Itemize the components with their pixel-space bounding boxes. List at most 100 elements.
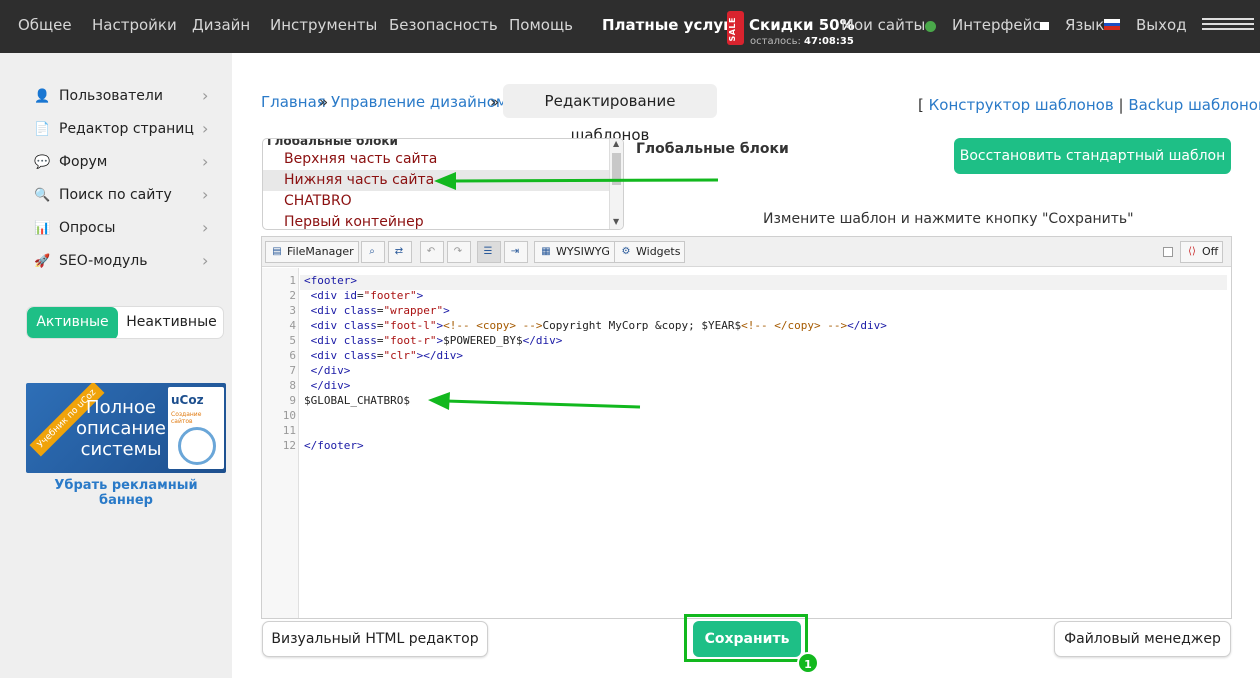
user-icon: 👤 <box>34 89 51 104</box>
file-manager-button[interactable]: Файловый менеджер <box>1054 621 1231 657</box>
undo-icon[interactable]: ↶ <box>420 241 444 263</box>
gear-icon: ⚙ <box>621 246 631 257</box>
chevron-right-icon: › <box>202 185 209 204</box>
nav-logout[interactable]: Выход <box>1136 16 1187 34</box>
sidebar-item-label: Пользователи <box>59 88 163 104</box>
template-constructor-link[interactable]: Конструктор шаблонов <box>929 96 1114 114</box>
list-item-selected[interactable]: Нижняя часть сайта <box>263 170 609 191</box>
global-blocks-select[interactable]: Глобальные блоки Верхняя часть сайта Ниж… <box>262 138 624 230</box>
russian-flag-icon <box>1104 19 1120 30</box>
globe-icon <box>925 21 936 32</box>
wysiwyg-icon: ▦ <box>541 246 551 257</box>
search-icon[interactable]: ⌕ <box>361 241 385 263</box>
ad-banner[interactable]: Учебник по uCoz Полное описание системы … <box>26 383 226 473</box>
list-item[interactable]: Верхняя часть сайта <box>263 149 609 170</box>
current-line-highlight <box>300 275 1227 290</box>
binoculars-icon: ⌕ <box>369 246 375 257</box>
line-numbers-icon[interactable]: ☰ <box>477 241 501 263</box>
nav-interface[interactable]: Интерфейс <box>952 16 1041 34</box>
nav-tools[interactable]: Инструменты <box>270 16 377 34</box>
nav-general[interactable]: Общее <box>18 16 72 34</box>
sidebar-item-site-search[interactable]: 🔍 Поиск по сайту › <box>34 185 214 207</box>
replace-icon[interactable]: ⇄ <box>388 241 412 263</box>
code-line: <div class="foot-r">$POWERED_BY$</div> <box>304 334 563 347</box>
visual-html-editor-button[interactable]: Визуальный HTML редактор <box>262 621 488 657</box>
nav-language[interactable]: Язык <box>1065 16 1104 34</box>
sidebar: 👤 Пользователи › 📄 Редактор страниц › 💬 … <box>0 53 232 678</box>
backup-templates-link[interactable]: Backup шаблонов <box>1128 96 1260 114</box>
discount-timer: осталось: 47:08:35 <box>750 36 854 47</box>
code-line: </div> <box>304 364 351 377</box>
sidebar-item-label: Поиск по сайту <box>59 187 172 203</box>
redo-icon[interactable]: ↷ <box>447 241 471 263</box>
nav-design[interactable]: Дизайн <box>192 16 250 34</box>
restore-default-template-button[interactable]: Восстановить стандартный шаблон <box>954 138 1231 174</box>
code-line: </footer> <box>304 439 364 452</box>
code-line: <div class="wrapper"> <box>304 304 450 317</box>
sidebar-item-label: Опросы <box>59 220 116 236</box>
code-line: <footer> <box>304 274 357 287</box>
chart-icon: 📊 <box>34 221 51 236</box>
nav-paid-services[interactable]: Платные услуги <box>602 16 741 34</box>
filemanager-button[interactable]: ▤ FileManager <box>265 241 359 263</box>
remove-banner-link[interactable]: Убрать рекламный баннер <box>26 478 226 508</box>
widgets-button[interactable]: ⚙ Widgets <box>614 241 686 263</box>
scroll-up-icon[interactable]: ▲ <box>613 139 619 148</box>
template-links: [ Конструктор шаблонов | Backup шаблонов… <box>918 96 1260 114</box>
chevron-right-icon: › <box>202 251 209 270</box>
breadcrumb-design[interactable]: Управление дизайном <box>331 93 507 111</box>
code-line: <div class="foot-l"><!-- <copy> -->Copyr… <box>304 319 887 332</box>
list-group-header: Глобальные блоки <box>267 138 398 148</box>
wrap-icon[interactable]: ⇥ <box>504 241 528 263</box>
chevron-right-icon: › <box>202 119 209 138</box>
line-number-gutter: 1 2 3 4 5 6 7 8 9 10 11 12 <box>262 268 299 618</box>
highlight-off-button[interactable]: ⟨⟩ Off <box>1180 241 1224 263</box>
sidebar-item-polls[interactable]: 📊 Опросы › <box>34 218 214 240</box>
wysiwyg-button[interactable]: ▦ WYSIWYG <box>534 241 615 263</box>
highlight-checkbox[interactable] <box>1163 247 1173 257</box>
banner-text: Полное описание системы <box>76 397 166 460</box>
chat-icon: 💬 <box>34 155 51 170</box>
breadcrumb-separator: » <box>319 93 329 111</box>
code-editor: ▤ FileManager ⌕ ⇄ ↶ ↷ ☰ ⇥ ▦ WYSIWYG ⚙ Widge… <box>261 236 1232 619</box>
scroll-down-icon[interactable]: ▼ <box>613 217 619 226</box>
discount-link[interactable]: Скидки 50% <box>749 16 855 34</box>
search-icon: 🔍 <box>34 188 51 203</box>
sidebar-item-forum[interactable]: 💬 Форум › <box>34 152 214 174</box>
folder-icon: ▤ <box>272 246 282 257</box>
top-navigation-bar: Общее Настройки Дизайн Инструменты Безоп… <box>0 0 1260 53</box>
code-line: <div id="footer"> <box>304 289 424 302</box>
sale-tag-icon: SALE <box>727 11 744 45</box>
interface-icon <box>1040 22 1049 30</box>
chevron-right-icon: › <box>202 218 209 237</box>
code-line: </div> <box>304 379 351 392</box>
toggle-active[interactable]: Активные <box>27 307 118 338</box>
sidebar-item-label: SEO-модуль <box>59 253 148 269</box>
sidebar-item-seo[interactable]: 🚀 SEO-модуль › <box>34 251 214 273</box>
code-line: $GLOBAL_CHATBRO$ <box>304 394 410 407</box>
page-icon: 📄 <box>34 122 51 137</box>
chevron-right-icon: › <box>202 152 209 171</box>
toggle-inactive[interactable]: Неактивные <box>118 307 223 338</box>
nav-security[interactable]: Безопасность <box>389 16 498 34</box>
save-hint: Измените шаблон и нажмите кнопку "Сохран… <box>763 211 1134 227</box>
editor-toolbar: ▤ FileManager ⌕ ⇄ ↶ ↷ ☰ ⇥ ▦ WYSIWYG ⚙ Widge… <box>262 237 1231 267</box>
breadcrumb-home[interactable]: Главная <box>261 93 326 111</box>
menu-icon[interactable] <box>1202 18 1254 32</box>
breadcrumb-separator: » <box>490 93 500 111</box>
sidebar-item-label: Форум <box>59 154 108 170</box>
scroll-thumb[interactable] <box>612 153 621 185</box>
nav-help[interactable]: Помощь <box>509 16 573 34</box>
sidebar-item-page-editor[interactable]: 📄 Редактор страниц › <box>34 119 214 141</box>
nav-settings[interactable]: Настройки <box>92 16 177 34</box>
modules-filter-toggle: Активные Неактивные <box>26 306 224 339</box>
nav-my-sites[interactable]: Мои сайты <box>841 16 925 34</box>
list-item[interactable]: CHATBRO <box>263 191 609 212</box>
chevron-right-icon: › <box>202 86 209 105</box>
save-button[interactable]: Сохранить <box>693 621 801 657</box>
sidebar-item-users[interactable]: 👤 Пользователи › <box>34 86 214 108</box>
list-item[interactable]: Первый контейнер <box>263 212 609 229</box>
list-scrollbar[interactable]: ▲ ▼ <box>609 139 623 229</box>
breadcrumb-current: Редактирование шаблонов <box>503 84 717 144</box>
rocket-icon: 🚀 <box>34 254 51 269</box>
